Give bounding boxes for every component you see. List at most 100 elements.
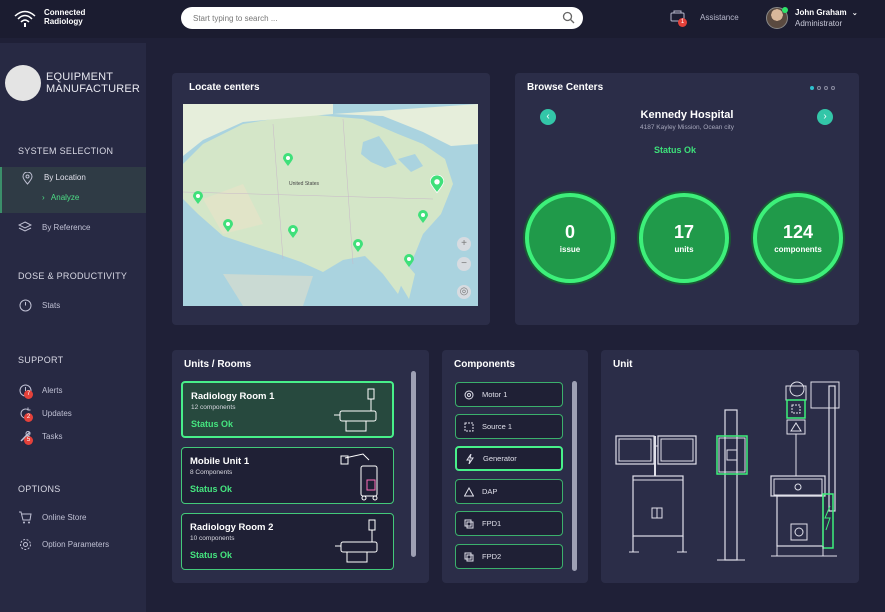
unit-schematic [615, 381, 840, 561]
app-name-line2: Radiology [44, 17, 83, 26]
locate-centers-card: Locate centers United States + − ◎ [172, 73, 490, 325]
units-count: 17 [673, 222, 695, 242]
manufacturer-title-line1: EQUIPMENT [46, 71, 114, 83]
cart-icon [18, 510, 32, 524]
mobile-xray-icon [340, 453, 378, 501]
sidebar-item-tasks[interactable]: 5 Tasks [0, 426, 146, 446]
map-marker[interactable] [223, 219, 233, 238]
component-dap[interactable]: DAP [455, 479, 563, 504]
chevron-down-icon: ⌄ [851, 9, 858, 17]
unit-name: Mobile Unit 1 [190, 456, 250, 467]
map-marker[interactable] [193, 191, 203, 210]
user-menu[interactable]: John Graham ⌄ Administrator [766, 7, 858, 29]
user-name-text: John Graham [795, 7, 847, 17]
components-scrollbar[interactable] [572, 381, 577, 571]
sidebar-item-label: By Location [44, 173, 86, 182]
component-label: FPD1 [482, 519, 502, 528]
center-status: Status Ok [653, 145, 696, 155]
triangle-icon [464, 486, 474, 496]
sidebar-item-stats[interactable]: Stats [0, 295, 146, 315]
panel-icon [464, 552, 474, 561]
issue-label: issue [559, 245, 581, 254]
map-marker[interactable] [404, 254, 414, 273]
sidebar-item-online-store[interactable]: Online Store [0, 507, 146, 527]
online-indicator [782, 7, 788, 13]
unit-card-radiology-room-1[interactable]: Radiology Room 1 12 components Status Ok [181, 381, 394, 438]
sidebar-item-label: Option Parameters [42, 539, 110, 549]
assistance-label: Assistance [700, 12, 739, 22]
component-fpd2[interactable]: FPD2 [455, 544, 563, 569]
carousel-dot[interactable] [817, 86, 821, 90]
app-name: Connected Radiology [44, 8, 85, 26]
component-motor-1[interactable]: Motor 1 [455, 382, 563, 407]
sidebar-item-by-location[interactable]: By Location [0, 167, 146, 213]
component-generator[interactable]: Generator [455, 446, 563, 471]
sidebar-item-alerts[interactable]: 7 Alerts [0, 380, 146, 400]
carousel-dot[interactable] [810, 86, 814, 90]
lightning-icon [466, 453, 474, 464]
units-rooms-title: Units / Rooms [184, 359, 252, 370]
zoom-in-button[interactable]: + [457, 237, 471, 251]
sidebar-item-label: Online Store [42, 512, 87, 522]
user-role: Administrator [795, 18, 843, 28]
tasks-badge: 5 [24, 436, 33, 445]
manufacturer-title: EQUIPMENT MANUFACTURER [46, 71, 140, 95]
unit-component-count: 12 components [191, 404, 236, 411]
locate-centers-title: Locate centers [189, 82, 260, 93]
section-dose-productivity: DOSE & PRODUCTIVITY [18, 271, 128, 281]
component-source-1[interactable]: Source 1 [455, 414, 563, 439]
map-marker[interactable] [283, 153, 293, 172]
section-options: OPTIONS [18, 484, 61, 494]
hospital-name: Kennedy Hospital [640, 109, 734, 121]
unit-component-count: 8 Components [190, 469, 233, 476]
map[interactable]: United States + − ◎ [183, 104, 478, 306]
sidebar-item-label: Tasks [42, 431, 63, 441]
search-input[interactable] [193, 7, 553, 29]
units-scrollbar[interactable] [411, 371, 416, 557]
user-name: John Graham ⌄ [795, 8, 858, 19]
issue-stat[interactable]: 0 issue [525, 193, 615, 283]
map-marker[interactable] [353, 239, 363, 258]
locate-me-button[interactable]: ◎ [457, 285, 471, 299]
component-fpd1[interactable]: FPD1 [455, 511, 563, 536]
manufacturer-title-line2: MANUFACTURER [46, 83, 141, 95]
map-country-label: United States [289, 181, 320, 187]
panel-icon [464, 519, 474, 528]
sidebar-item-label: By Reference [42, 222, 91, 232]
browse-centers-card: Browse Centers ‹ › Kennedy Hospital 4187… [515, 73, 859, 325]
alert-icon: 7 [18, 383, 33, 399]
sidebar-item-label: Stats [42, 300, 61, 310]
gear-icon [18, 537, 32, 551]
unit-status: Status Ok [190, 550, 233, 560]
carousel-dots[interactable] [810, 86, 835, 90]
carousel-dot[interactable] [831, 86, 835, 90]
radiology-table-icon [334, 388, 377, 432]
sidebar-item-label: Updates [42, 408, 72, 418]
units-stat[interactable]: 17 units [639, 193, 729, 283]
app-logo[interactable]: Connected Radiology [12, 6, 85, 28]
components-stat[interactable]: 124 components [753, 193, 843, 283]
issue-count: 0 [564, 222, 575, 242]
radiology-table-icon [335, 519, 378, 563]
map-marker[interactable] [418, 210, 428, 229]
sidebar-item-by-reference[interactable]: By Reference [0, 217, 146, 237]
carousel-dot[interactable] [824, 86, 828, 90]
sidebar-item-updates[interactable]: 2 Updates [0, 403, 146, 423]
zoom-out-button[interactable]: − [457, 257, 471, 271]
map-marker-selected[interactable] [429, 174, 445, 199]
unit-card-mobile-unit-1[interactable]: Mobile Unit 1 8 Components Status Ok [181, 447, 394, 504]
sidebar-item-option-parameters[interactable]: Option Parameters [0, 534, 146, 554]
top-bar: Connected Radiology 1 Assistance John Gr… [0, 0, 885, 38]
assistance-button[interactable]: 1 Assistance [670, 10, 739, 27]
unit-status: Status Ok [190, 484, 233, 494]
sidebar-subitem-label: Analyze [50, 193, 80, 202]
component-label: FPD2 [482, 552, 502, 561]
alerts-badge: 7 [24, 390, 33, 399]
map-marker[interactable] [288, 225, 298, 244]
units-rooms-card: Units / Rooms Radiology Room 1 12 compon… [172, 350, 429, 583]
unit-card-radiology-room-2[interactable]: Radiology Room 2 10 components Status Ok [181, 513, 394, 570]
search-icon[interactable] [562, 11, 575, 24]
sidebar-subitem-analyze[interactable]: › Analyze [42, 193, 79, 202]
search-bar [181, 7, 583, 29]
unit-component-count: 10 components [190, 535, 235, 542]
